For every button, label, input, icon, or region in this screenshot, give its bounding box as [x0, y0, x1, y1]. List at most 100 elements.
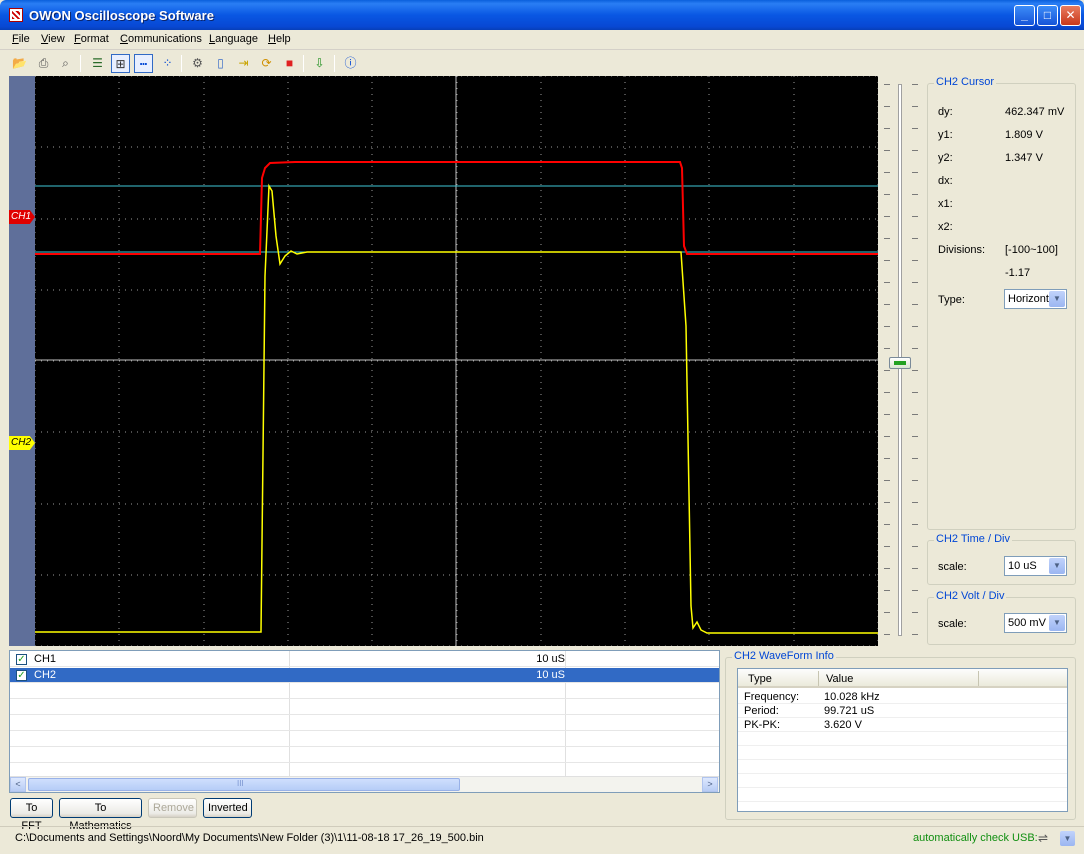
chevron-down-icon[interactable]: ▼: [1049, 291, 1065, 307]
cursor-panel-title: CH2 Cursor: [934, 76, 997, 88]
channel-row-ch1[interactable]: ✓ CH1 10 uS: [10, 652, 719, 667]
remove-button[interactable]: Remove: [148, 798, 197, 818]
title-bar: OWON Oscilloscope Software _ □ ✕: [0, 0, 1084, 30]
info-header-type: Type: [748, 673, 772, 685]
maximize-button[interactable]: □: [1037, 5, 1058, 26]
window-title: OWON Oscilloscope Software: [29, 8, 214, 23]
divisions-value: -1.17: [1005, 267, 1031, 279]
ch2-marker[interactable]: CH2: [9, 436, 35, 450]
ch1-name: CH1: [34, 653, 57, 665]
to-fft-button[interactable]: To FFT: [10, 798, 53, 832]
ch1-timebase: 10 uS: [536, 653, 565, 665]
oscilloscope-display[interactable]: [35, 76, 878, 646]
dots-icon[interactable]: ⁘: [158, 54, 177, 73]
horizontal-scrollbar[interactable]: < III >: [10, 776, 719, 792]
volt-scale-select[interactable]: 500 mV ▼: [1004, 613, 1067, 633]
status-bar: C:\Documents and Settings\Noord\My Docum…: [0, 826, 1084, 850]
scroll-right-icon[interactable]: >: [702, 777, 718, 792]
info-row-period: Period: 99.721 uS: [738, 704, 1067, 718]
time-scale-label: scale:: [938, 561, 967, 573]
ch2-checkbox[interactable]: ✓: [16, 670, 27, 681]
info-row-pkpk: PK-PK: 3.620 V: [738, 718, 1067, 732]
y1-value: 1.809 V: [1005, 129, 1043, 141]
dy-value: 462.347 mV: [1005, 106, 1065, 118]
cursor-type-value: Horizont: [1008, 293, 1049, 305]
info-header-value: Value: [826, 673, 854, 685]
menu-file[interactable]: File: [12, 33, 30, 45]
ch1-marker[interactable]: CH1: [9, 210, 35, 224]
grid-icon[interactable]: ⊞: [111, 54, 130, 73]
x1-label: x1:: [938, 198, 953, 210]
volt-div-title: CH2 Volt / Div: [934, 590, 1007, 602]
menu-help[interactable]: Help: [268, 33, 291, 45]
dy-label: dy:: [938, 106, 953, 118]
menu-view[interactable]: View: [41, 33, 65, 45]
stop-icon[interactable]: ■: [280, 54, 299, 73]
info-row-frequency: Frequency: 10.028 kHz: [738, 690, 1067, 704]
usb-dropdown-chevron-icon[interactable]: ▼: [1060, 831, 1075, 846]
ch2-name: CH2: [34, 669, 57, 681]
battery-icon[interactable]: ▯: [211, 54, 230, 73]
slider-thumb[interactable]: [889, 357, 911, 369]
period-label: Period:: [744, 705, 779, 717]
chevron-down-icon[interactable]: ▼: [1049, 615, 1065, 631]
volt-scale-value: 500 mV: [1008, 617, 1046, 629]
chevron-down-icon[interactable]: ▼: [1049, 558, 1065, 574]
info-table-header: Type Value: [738, 669, 1067, 688]
scroll-thumb[interactable]: III: [28, 778, 460, 791]
inverted-button[interactable]: Inverted: [203, 798, 252, 818]
to-mathematics-button[interactable]: To Mathematics: [59, 798, 142, 832]
period-value: 99.721 uS: [824, 705, 875, 717]
cursor-panel: CH2 Cursor dy: 462.347 mV y1: 1.809 V y2…: [927, 76, 1076, 530]
refresh-icon[interactable]: ⟳: [257, 54, 276, 73]
download-icon[interactable]: ⇩: [310, 54, 329, 73]
y2-value: 1.347 V: [1005, 152, 1043, 164]
divisions-label: Divisions:: [938, 244, 986, 256]
ch2-timebase: 10 uS: [536, 669, 565, 681]
frequency-label: Frequency:: [744, 691, 800, 703]
volt-div-panel: CH2 Volt / Div scale: 500 mV ▼: [927, 590, 1076, 645]
scroll-left-icon[interactable]: <: [10, 777, 26, 792]
volt-scale-label: scale:: [938, 618, 967, 630]
cursor-type-select[interactable]: Horizont ▼: [1004, 289, 1067, 309]
app-icon: [9, 8, 23, 22]
open-folder-icon[interactable]: 📂: [10, 54, 29, 73]
menu-language[interactable]: Language: [209, 33, 258, 45]
y2-label: y2:: [938, 152, 953, 164]
time-scale-value: 10 uS: [1008, 560, 1037, 572]
time-scale-select[interactable]: 10 uS ▼: [1004, 556, 1067, 576]
help-icon[interactable]: ⓘ: [341, 54, 360, 73]
usb-status-label: automatically check USB:: [913, 832, 1038, 844]
type-label: Type:: [938, 294, 965, 306]
channel-row-ch2[interactable]: ✓ CH2 10 uS: [10, 668, 719, 683]
menu-format[interactable]: Format: [74, 33, 109, 45]
waveform-info-title: CH2 WaveForm Info: [732, 650, 836, 662]
waveform-info-table: Type Value Frequency: 10.028 kHz Period:…: [737, 668, 1068, 812]
time-div-panel: CH2 Time / Div scale: 10 uS ▼: [927, 533, 1076, 585]
menu-bar: File View Format Communications Language…: [0, 30, 1084, 50]
list-icon[interactable]: ☰: [88, 54, 107, 73]
channel-list[interactable]: ✓ CH1 10 uS ✓ CH2 10 uS < III >: [9, 650, 720, 793]
print-preview-icon[interactable]: ⌕: [56, 54, 75, 73]
menu-communications[interactable]: Communications: [120, 33, 202, 45]
time-div-title: CH2 Time / Div: [934, 533, 1012, 545]
divisions-range: [-100~100]: [1005, 244, 1058, 256]
scroll-grip: III: [237, 779, 244, 788]
pkpk-value: 3.620 V: [824, 719, 862, 731]
dots-line-icon[interactable]: ┅: [134, 54, 153, 73]
usb-icon: ⇌: [1038, 831, 1049, 845]
print-icon[interactable]: ⎙: [34, 54, 53, 73]
export-icon[interactable]: ⇥: [234, 54, 253, 73]
waveform-canvas: [35, 76, 878, 646]
pkpk-label: PK-PK:: [744, 719, 781, 731]
ch1-checkbox[interactable]: ✓: [16, 654, 27, 665]
minimize-button[interactable]: _: [1014, 5, 1035, 26]
settings-icon[interactable]: ⚙: [188, 54, 207, 73]
y1-label: y1:: [938, 129, 953, 141]
channel-marker-strip: [9, 76, 35, 646]
frequency-value: 10.028 kHz: [824, 691, 880, 703]
file-path: C:\Documents and Settings\Noord\My Docum…: [15, 832, 484, 844]
trigger-level-slider[interactable]: [878, 76, 926, 646]
close-button[interactable]: ✕: [1060, 5, 1081, 26]
dx-label: dx:: [938, 175, 953, 187]
